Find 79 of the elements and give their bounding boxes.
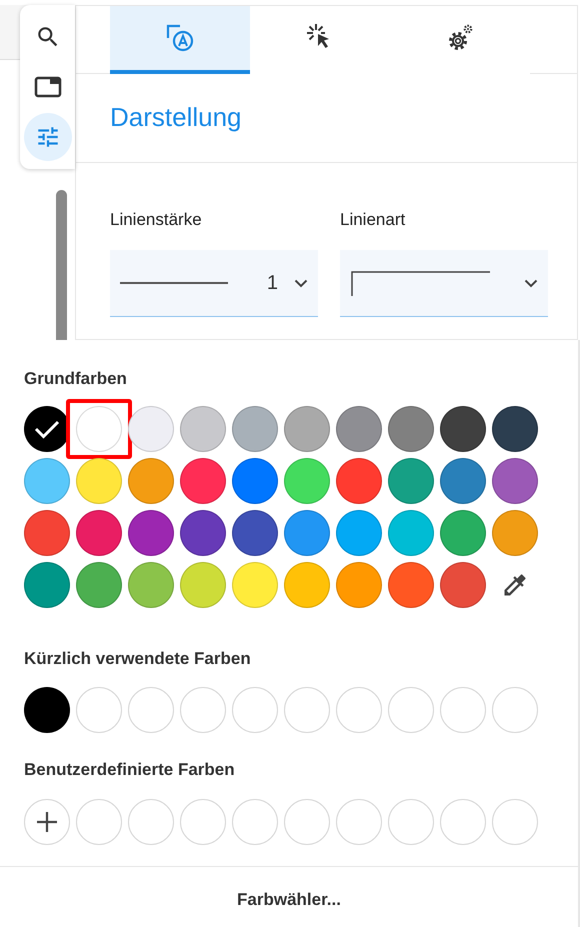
color-swatch[interactable] [336, 458, 382, 504]
color-picker-button[interactable]: Farbwähler... [225, 876, 353, 922]
dropdown-value: 1 [266, 271, 278, 296]
color-swatch[interactable] [76, 406, 122, 452]
empty-color-slot[interactable] [492, 687, 538, 733]
empty-color-slot[interactable] [128, 798, 174, 844]
empty-color-slot[interactable] [76, 687, 122, 733]
color-swatch[interactable] [440, 562, 486, 608]
chevron-down-icon [294, 278, 308, 288]
line-style-dropdown[interactable] [340, 250, 548, 317]
color-swatch[interactable] [440, 458, 486, 504]
color-swatch[interactable] [492, 458, 538, 504]
empty-color-slot[interactable] [232, 798, 278, 844]
color-swatch[interactable] [180, 406, 226, 452]
color-swatch[interactable] [180, 562, 226, 608]
empty-color-slot[interactable] [180, 687, 226, 733]
sliders-button[interactable] [24, 113, 72, 161]
empty-color-slot[interactable] [388, 798, 434, 844]
color-swatch[interactable] [232, 510, 278, 556]
color-swatch[interactable] [492, 406, 538, 452]
color-swatch[interactable] [388, 510, 434, 556]
color-swatch[interactable] [128, 406, 174, 452]
empty-color-slot[interactable] [180, 798, 226, 844]
color-swatch[interactable] [76, 562, 122, 608]
color-swatch[interactable] [388, 406, 434, 452]
section-heading: Grundfarben [23, 368, 128, 390]
line-width-dropdown[interactable]: 1 [110, 250, 318, 317]
empty-color-slot[interactable] [284, 687, 330, 733]
line-style-preview-icon [350, 270, 490, 296]
color-swatch[interactable] [180, 458, 226, 504]
line-preview-icon [120, 282, 228, 284]
shape-letter-icon [164, 22, 196, 54]
color-swatch[interactable] [180, 510, 226, 556]
color-swatch[interactable] [284, 562, 330, 608]
check-icon [34, 418, 60, 438]
color-swatch[interactable] [232, 458, 278, 504]
color-swatch[interactable] [24, 458, 70, 504]
color-swatch[interactable] [76, 510, 122, 556]
empty-color-slot[interactable] [336, 687, 382, 733]
color-swatch[interactable] [24, 510, 70, 556]
style-tab[interactable] [110, 6, 250, 74]
color-swatch[interactable] [440, 510, 486, 556]
plus-icon [36, 810, 58, 832]
empty-color-slot[interactable] [440, 798, 486, 844]
field-label: Linienstärke [110, 208, 203, 230]
chevron-down-icon [524, 278, 538, 288]
color-swatch[interactable] [24, 562, 70, 608]
empty-color-slot[interactable] [440, 687, 486, 733]
color-swatch[interactable] [388, 562, 434, 608]
color-swatch[interactable] [284, 406, 330, 452]
color-swatch[interactable] [492, 510, 538, 556]
color-swatch[interactable] [336, 562, 382, 608]
color-swatch[interactable] [232, 562, 278, 608]
empty-color-slot[interactable] [76, 798, 122, 844]
field-label: Linienart [340, 208, 406, 230]
color-swatch[interactable] [232, 406, 278, 452]
empty-color-slot[interactable] [336, 798, 382, 844]
add-color-button[interactable] [24, 798, 70, 844]
color-swatch[interactable] [388, 458, 434, 504]
empty-color-slot[interactable] [284, 798, 330, 844]
color-swatch[interactable] [128, 562, 174, 608]
color-swatch[interactable] [284, 510, 330, 556]
section-heading: Benutzerdefinierte Farben [23, 759, 236, 781]
color-swatch[interactable] [128, 458, 174, 504]
color-swatch[interactable] [284, 458, 330, 504]
empty-color-slot[interactable] [232, 687, 278, 733]
color-swatch[interactable] [128, 510, 174, 556]
empty-color-slot[interactable] [492, 798, 538, 844]
empty-color-slot[interactable] [128, 687, 174, 733]
window-icon [34, 75, 62, 99]
scrollbar-thumb[interactable] [56, 190, 67, 340]
color-swatch[interactable] [336, 406, 382, 452]
section-title: Darstellung [110, 101, 242, 134]
color-swatch[interactable] [336, 510, 382, 556]
color-swatch[interactable] [440, 406, 486, 452]
empty-color-slot[interactable] [388, 687, 434, 733]
section-heading: Kürzlich verwendete Farben [23, 648, 252, 670]
color-swatch[interactable] [76, 458, 122, 504]
color-swatch[interactable] [24, 687, 70, 733]
